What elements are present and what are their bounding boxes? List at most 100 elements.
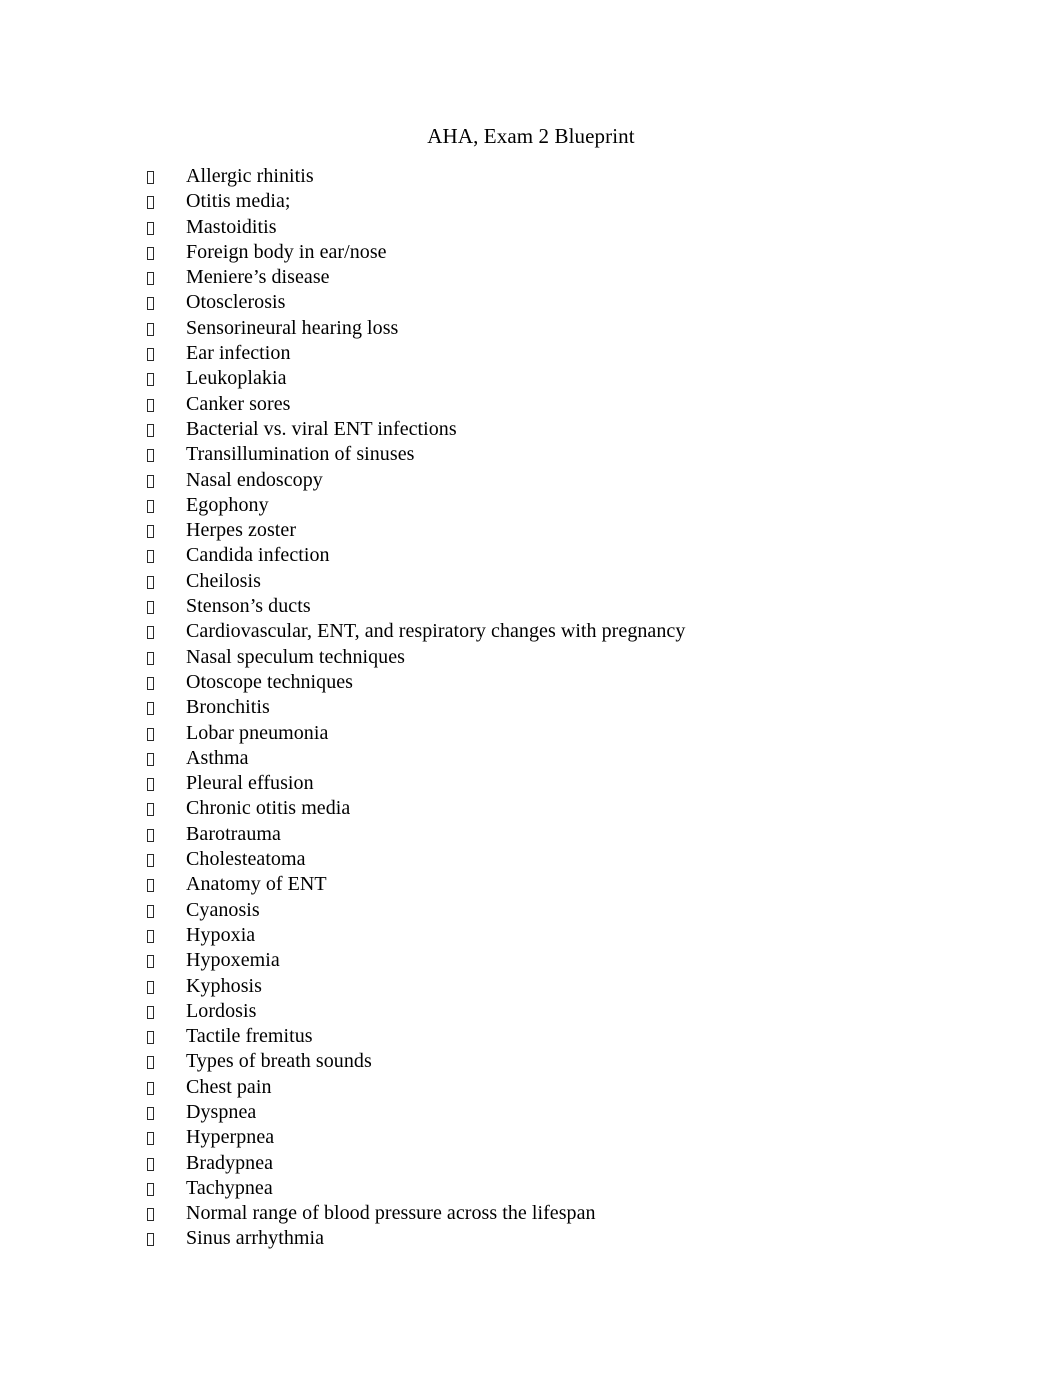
bullet-icon: [147, 823, 186, 848]
list-item: Cheilosis: [0, 569, 1062, 594]
missing-glyph-box-icon: [147, 803, 154, 817]
list-item: Egophony: [0, 493, 1062, 518]
list-item: Lordosis: [0, 999, 1062, 1024]
missing-glyph-box-icon: [147, 1081, 154, 1095]
missing-glyph-box-icon: [147, 1056, 154, 1070]
list-item: Cyanosis: [0, 898, 1062, 923]
missing-glyph-box-icon: [147, 499, 154, 513]
missing-glyph-box-icon: [147, 854, 154, 868]
list-item: Dyspnea: [0, 1100, 1062, 1125]
bullet-icon: [147, 317, 186, 342]
missing-glyph-box-icon: [147, 1132, 154, 1146]
list-item-label: Chest pain: [186, 1075, 272, 1098]
list-item-label: Chronic otitis media: [186, 797, 351, 820]
missing-glyph-box-icon: [147, 221, 154, 235]
bullet-icon: [147, 1050, 186, 1075]
bullet-icon: [147, 975, 186, 1000]
bullet-icon: [147, 216, 186, 241]
list-item: Candida infection: [0, 543, 1062, 568]
list-item-label: Cyanosis: [186, 898, 260, 921]
list-item-label: Leukoplakia: [186, 367, 287, 390]
bullet-icon: [147, 1000, 186, 1025]
list-item-label: Sensorineural hearing loss: [186, 316, 399, 339]
list-item: Tactile fremitus: [0, 1024, 1062, 1049]
bullet-icon: [147, 443, 186, 468]
list-item-label: Cardiovascular, ENT, and respiratory cha…: [186, 620, 686, 643]
bullet-icon: [147, 772, 186, 797]
list-item: Cardiovascular, ENT, and respiratory cha…: [0, 619, 1062, 644]
bullet-icon: [147, 544, 186, 569]
list-item-label: Normal range of blood pressure across th…: [186, 1202, 596, 1225]
list-item-label: Asthma: [186, 746, 249, 769]
missing-glyph-box-icon: [147, 322, 154, 336]
missing-glyph-box-icon: [147, 626, 154, 640]
missing-glyph-box-icon: [147, 196, 154, 210]
bullet-icon: [147, 595, 186, 620]
blueprint-topic-list: Allergic rhinitis Otitis media; Mastoiditi…: [0, 164, 1062, 1252]
list-item: Chest pain: [0, 1075, 1062, 1100]
list-item: Hypoxemia: [0, 948, 1062, 973]
bullet-icon: [147, 1101, 186, 1126]
list-item: Meniere’s disease: [0, 265, 1062, 290]
list-item-label: Otosclerosis: [186, 291, 286, 314]
list-item-label: Canker sores: [186, 392, 291, 415]
list-item-label: Foreign body in ear/nose: [186, 240, 387, 263]
list-item: Ear infection: [0, 341, 1062, 366]
list-item: Otosclerosis: [0, 290, 1062, 315]
list-item-label: Egophony: [186, 493, 269, 516]
missing-glyph-box-icon: [147, 1031, 154, 1045]
list-item: Nasal endoscopy: [0, 468, 1062, 493]
list-item: Foreign body in ear/nose: [0, 240, 1062, 265]
missing-glyph-box-icon: [147, 727, 154, 741]
missing-glyph-box-icon: [147, 929, 154, 943]
list-item-label: Mastoiditis: [186, 215, 277, 238]
bullet-icon: [147, 266, 186, 291]
list-item-label: Allergic rhinitis: [186, 165, 314, 187]
list-item-label: Hypoxia: [186, 923, 256, 946]
list-item-label: Pleural effusion: [186, 772, 314, 795]
list-item: Leukoplakia: [0, 366, 1062, 391]
bullet-icon: [147, 494, 186, 519]
list-item: Pleural effusion: [0, 771, 1062, 796]
list-item-label: Nasal endoscopy: [186, 468, 323, 491]
list-item: Lobar pneumonia: [0, 721, 1062, 746]
bullet-icon: [147, 848, 186, 873]
list-item: Sensorineural hearing loss: [0, 316, 1062, 341]
list-item-label: Nasal speculum techniques: [186, 645, 405, 668]
bullet-icon: [147, 367, 186, 392]
bullet-icon: [147, 924, 186, 949]
bullet-icon: [147, 1076, 186, 1101]
list-item-label: Hyperpnea: [186, 1126, 275, 1149]
bullet-icon: [147, 165, 186, 190]
list-item: Nasal speculum techniques: [0, 645, 1062, 670]
bullet-icon: [147, 873, 186, 898]
list-item-label: Candida infection: [186, 544, 330, 567]
list-item-label: Tachypnea: [186, 1176, 273, 1199]
missing-glyph-box-icon: [147, 171, 154, 184]
list-item: Kyphosis: [0, 974, 1062, 999]
list-item-label: Cholesteatoma: [186, 848, 306, 871]
list-item-label: Tactile fremitus: [186, 1025, 313, 1048]
bullet-icon: [147, 1202, 186, 1227]
bullet-icon: [147, 1227, 186, 1252]
list-item: Cholesteatoma: [0, 847, 1062, 872]
missing-glyph-box-icon: [147, 550, 154, 564]
missing-glyph-box-icon: [147, 651, 154, 665]
list-item: Chronic otitis media: [0, 796, 1062, 821]
list-item-label: Dyspnea: [186, 1100, 257, 1123]
missing-glyph-box-icon: [147, 752, 154, 766]
bullet-icon: [147, 519, 186, 544]
list-item-label: Transillumination of sinuses: [186, 443, 415, 466]
bullet-icon: [147, 696, 186, 721]
bullet-icon: [147, 1126, 186, 1151]
list-item: Bacterial vs. viral ENT infections: [0, 417, 1062, 442]
list-item: Canker sores: [0, 392, 1062, 417]
bullet-icon: [147, 342, 186, 367]
bullet-icon: [147, 241, 186, 266]
missing-glyph-box-icon: [147, 1157, 154, 1171]
page-title: AHA, Exam 2 Blueprint: [427, 124, 635, 148]
bullet-icon: [147, 722, 186, 747]
list-item: Sinus arrhythmia: [0, 1226, 1062, 1251]
list-item: Normal range of blood pressure across th…: [0, 1201, 1062, 1226]
missing-glyph-box-icon: [147, 272, 154, 286]
